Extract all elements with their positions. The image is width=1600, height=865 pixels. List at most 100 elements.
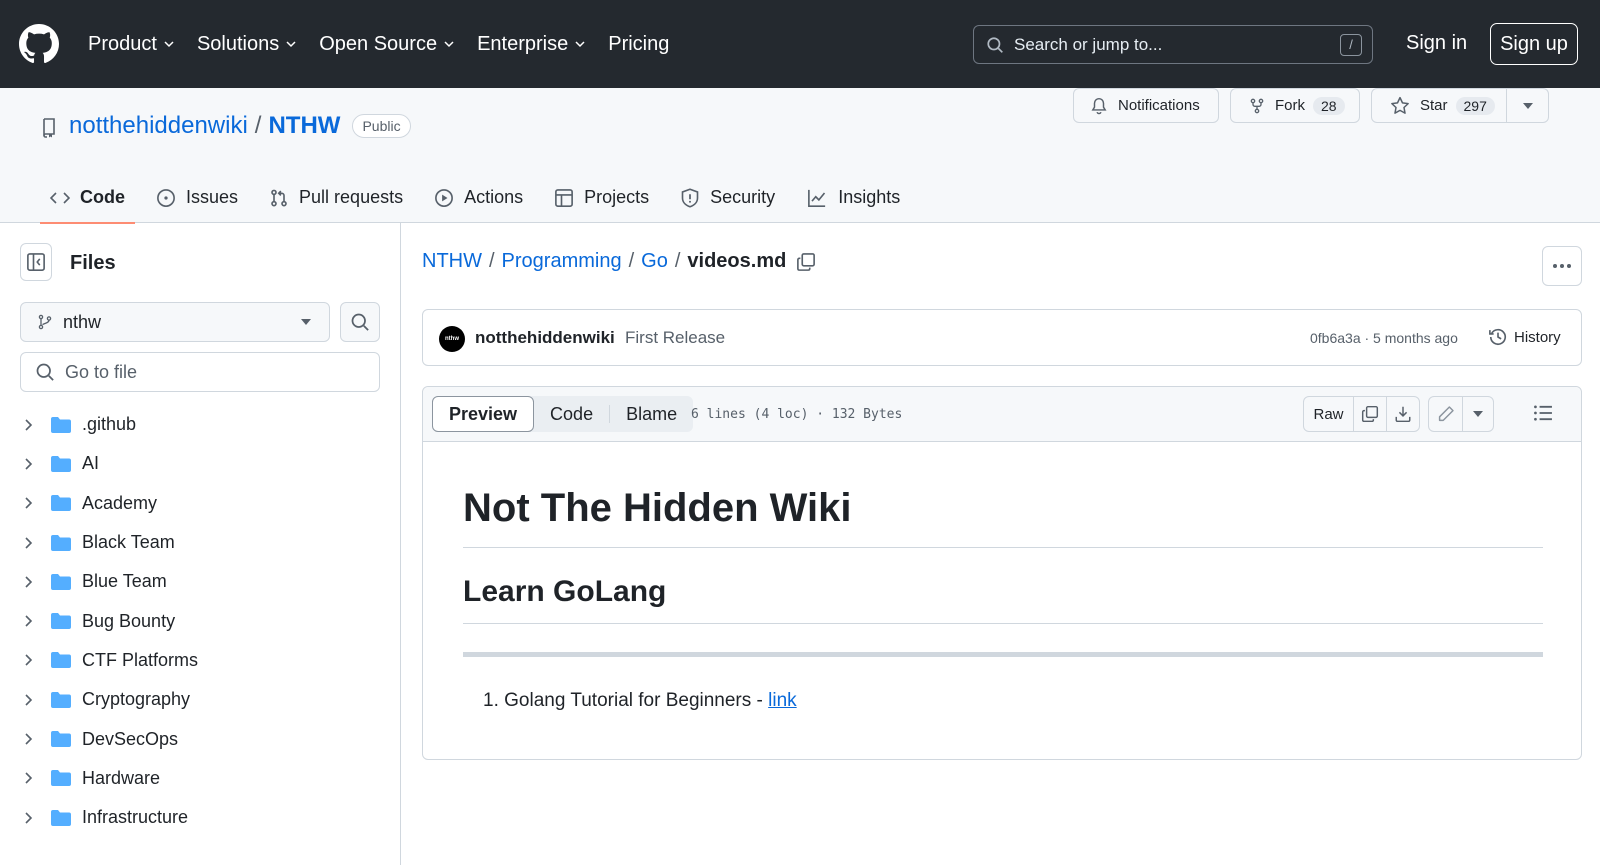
file-toolbar: Preview Code Blame 6 lines (4 loc) · 132…	[423, 387, 1581, 442]
list-item-text: 1. Golang Tutorial for Beginners -	[483, 690, 769, 711]
tree-item-ai[interactable]: AI	[20, 444, 380, 483]
copy-icon	[1361, 405, 1379, 423]
folder-icon	[50, 730, 72, 748]
copy-raw-button[interactable]	[1353, 397, 1386, 431]
tree-item-devsecops[interactable]: DevSecOps	[20, 719, 380, 758]
folder-icon	[50, 651, 72, 669]
chevron-right-icon[interactable]	[23, 653, 43, 667]
tree-item-hardware[interactable]: Hardware	[20, 759, 380, 798]
repo-name-link[interactable]: NTHW	[268, 112, 340, 140]
nav-solutions[interactable]: Solutions	[197, 33, 297, 56]
tree-item-ctf-platforms[interactable]: CTF Platforms	[20, 641, 380, 680]
notifications-button[interactable]: Notifications	[1073, 88, 1219, 123]
avatar[interactable]: nthw	[439, 326, 465, 352]
sign-in-link[interactable]: Sign in	[1406, 32, 1467, 55]
branch-icon	[37, 313, 53, 331]
chevron-right-icon[interactable]	[23, 418, 43, 432]
sign-up-button[interactable]: Sign up	[1490, 23, 1578, 65]
chevron-right-icon[interactable]	[23, 811, 43, 825]
chevron-down-icon	[443, 38, 455, 50]
search-files-button[interactable]	[340, 302, 380, 342]
tree-item-github[interactable]: .github	[20, 405, 380, 444]
chevron-right-icon[interactable]	[23, 693, 43, 707]
code-view-button[interactable]: Code	[534, 396, 609, 432]
breadcrumb-current-file: videos.md	[687, 250, 787, 272]
visibility-badge: Public	[352, 114, 411, 138]
tab-label: Actions	[464, 187, 524, 207]
nav-label: Enterprise	[477, 32, 569, 55]
download-icon	[1394, 405, 1412, 423]
tab-issues[interactable]: Issues	[146, 172, 248, 223]
tutorial-link[interactable]: link	[768, 690, 797, 711]
tree-item-label: Infrastructure	[82, 807, 189, 828]
chevron-right-icon[interactable]	[23, 732, 43, 746]
nav-pricing[interactable]: Pricing	[608, 33, 669, 56]
blame-view-button[interactable]: Blame	[610, 396, 693, 432]
fork-label: Fork	[1275, 97, 1305, 114]
chevron-right-icon[interactable]	[23, 496, 43, 510]
nav-product[interactable]: Product	[88, 33, 175, 56]
breadcrumb-repo-link[interactable]: NTHW	[422, 250, 482, 273]
nav-open-source[interactable]: Open Source	[319, 33, 455, 56]
tab-code[interactable]: Code	[40, 172, 135, 224]
edit-file-button[interactable]	[1429, 397, 1462, 431]
tree-item-label: AI	[82, 453, 100, 474]
outline-toggle-button[interactable]	[1532, 402, 1554, 424]
collapse-sidebar-button[interactable]	[20, 243, 52, 281]
tree-item-bug-bounty[interactable]: Bug Bounty	[20, 601, 380, 640]
folder-icon	[50, 416, 72, 434]
file-tree-sidebar: Files nthw Go to file .github AI Academy	[0, 223, 401, 865]
search-icon	[986, 36, 1004, 54]
tree-item-academy[interactable]: Academy	[20, 484, 380, 523]
tab-projects[interactable]: Projects	[544, 172, 659, 223]
breadcrumb-go-link[interactable]: Go	[641, 250, 668, 273]
tab-pull-requests[interactable]: Pull requests	[259, 172, 413, 223]
branch-selector[interactable]: nthw	[20, 302, 330, 342]
copy-path-icon[interactable]	[796, 252, 816, 272]
repo-title: notthehiddenwiki / NTHW Public	[69, 112, 411, 140]
tab-label: Insights	[838, 187, 901, 207]
divider	[463, 547, 1543, 548]
go-to-file-input[interactable]: Go to file	[20, 352, 380, 392]
horizontal-rule	[463, 652, 1543, 657]
chevron-right-icon[interactable]	[23, 771, 43, 785]
download-raw-button[interactable]	[1386, 397, 1419, 431]
global-search-input[interactable]: Search or jump to... /	[973, 25, 1373, 64]
star-list-dropdown-button[interactable]	[1506, 88, 1549, 123]
breadcrumb-programming-link[interactable]: Programming	[502, 250, 622, 273]
caret-down-icon	[1522, 102, 1533, 109]
chevron-right-icon[interactable]	[23, 536, 43, 550]
issue-icon	[156, 188, 186, 208]
edit-options-dropdown[interactable]	[1462, 397, 1493, 431]
nav-label: Solutions	[196, 32, 280, 55]
github-logo-icon[interactable]	[19, 24, 59, 64]
chevron-right-icon[interactable]	[23, 457, 43, 471]
commit-author-link[interactable]: notthehiddenwiki	[475, 328, 615, 348]
notifications-label: Notifications	[1118, 97, 1200, 114]
tree-item-infrastructure[interactable]: Infrastructure	[20, 798, 380, 837]
tab-label: Issues	[186, 187, 239, 207]
commit-message-link[interactable]: First Release	[625, 328, 725, 348]
graph-icon	[806, 188, 838, 208]
chevron-right-icon[interactable]	[23, 614, 43, 628]
preview-view-button[interactable]: Preview	[432, 396, 535, 432]
tree-item-black-team[interactable]: Black Team	[20, 523, 380, 562]
history-button[interactable]: History	[1488, 327, 1561, 347]
tab-actions[interactable]: Actions	[424, 172, 533, 223]
chevron-down-icon	[285, 38, 297, 50]
nav-enterprise[interactable]: Enterprise	[477, 33, 586, 56]
tab-label: Code	[80, 187, 125, 207]
repo-owner-link[interactable]: notthehiddenwiki	[69, 112, 248, 140]
fork-button[interactable]: Fork 28	[1230, 88, 1360, 123]
star-button[interactable]: Star 297	[1371, 88, 1507, 123]
raw-button[interactable]: Raw	[1304, 397, 1353, 431]
tab-insights[interactable]: Insights	[796, 172, 910, 223]
more-options-button[interactable]	[1542, 246, 1582, 286]
tree-item-cryptography[interactable]: Cryptography	[20, 680, 380, 719]
tab-security[interactable]: Security	[670, 172, 785, 223]
nav-label: Open Source	[319, 32, 438, 55]
commit-hash-time[interactable]: 0fb6a3a · 5 months ago	[1310, 330, 1458, 346]
tree-item-blue-team[interactable]: Blue Team	[20, 562, 380, 601]
latest-commit-box: nthw notthehiddenwiki First Release 0fb6…	[422, 309, 1582, 366]
chevron-right-icon[interactable]	[23, 575, 43, 589]
